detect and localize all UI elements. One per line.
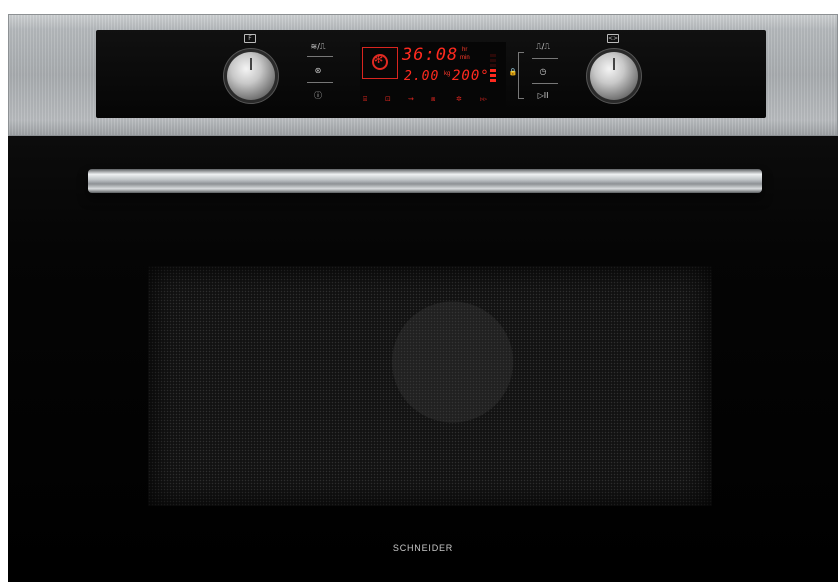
- led-display: 36:08 hr min 2.00 kg 200° ⌸ ⊡ ⇝ ⧈ ✲ ▹▹: [360, 42, 506, 108]
- divider: [307, 82, 333, 83]
- weight-unit: kg: [444, 71, 451, 77]
- right-knob-label: <>: [607, 34, 619, 43]
- clock-button[interactable]: ◷: [528, 67, 558, 76]
- mode-icon-grill: ⌸: [363, 95, 368, 103]
- power-level-bars: [490, 54, 496, 84]
- info-button[interactable]: ⓘ: [303, 90, 333, 101]
- door-handle[interactable]: [88, 169, 762, 193]
- knob-indicator: [613, 58, 615, 70]
- door-window: [148, 266, 712, 506]
- mode-icon-convection: ⇝: [408, 95, 414, 103]
- start-pause-button[interactable]: ▷II: [528, 91, 558, 100]
- fan-mode-box: [362, 47, 398, 79]
- oven-door: SCHNEIDER: [8, 136, 838, 582]
- function-knob[interactable]: [227, 52, 275, 100]
- temperature-readout: 200°: [452, 68, 490, 84]
- time-readout: 36:08: [402, 45, 459, 65]
- knob-indicator: [250, 58, 252, 70]
- mode-button[interactable]: ≋/⎍: [303, 42, 333, 52]
- mode-icon-combi: ⧈: [431, 95, 436, 103]
- oven: F ≋/⎍ ⊛ ⓘ 36:08 hr min 2.00 kg 200°: [8, 14, 838, 582]
- auto-program-button[interactable]: ⎍/⎍: [528, 42, 558, 52]
- defrost-button[interactable]: ⊛: [303, 66, 333, 75]
- lock-icon: 🔒: [508, 68, 518, 76]
- weight-readout: 2.00: [404, 69, 440, 84]
- mode-icon-start: ▹▹: [480, 95, 488, 103]
- selector-knob[interactable]: [590, 52, 638, 100]
- brand-logo: SCHNEIDER: [392, 543, 454, 553]
- fan-icon: [372, 53, 388, 70]
- time-unit-hr: hr: [462, 47, 468, 53]
- bracket-bottom: [518, 98, 524, 99]
- divider: [532, 83, 558, 84]
- mode-icon-micro: ⊡: [385, 95, 391, 103]
- bracket-top: [518, 52, 524, 53]
- mode-icon-fan: ✲: [456, 95, 462, 103]
- bracket-line: [518, 52, 519, 98]
- time-unit-min: min: [460, 55, 470, 61]
- divider: [307, 56, 333, 57]
- divider: [532, 58, 558, 59]
- control-panel: F ≋/⎍ ⊛ ⓘ 36:08 hr min 2.00 kg 200°: [96, 30, 766, 118]
- left-knob-label: F: [244, 34, 256, 43]
